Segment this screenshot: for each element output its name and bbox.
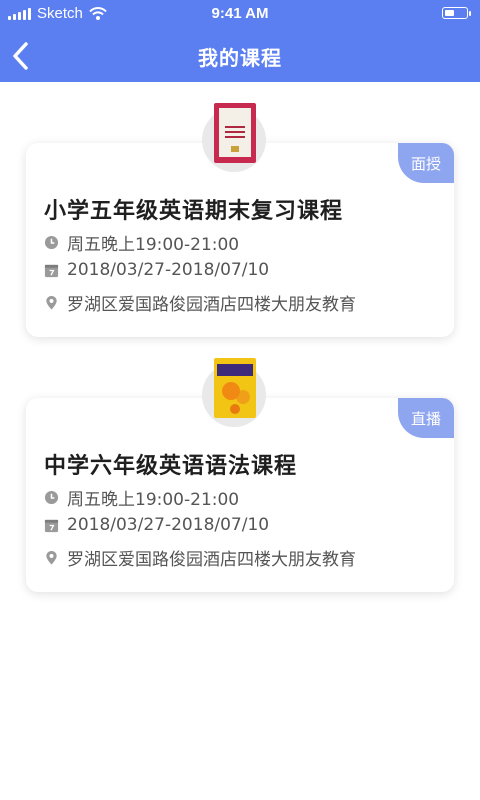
nav-bar: 我的课程: [0, 36, 480, 76]
course-location: 罗湖区爱国路俊园酒店四楼大朋友教育: [67, 550, 356, 570]
status-bar: Sketch 9:41 AM: [0, 0, 480, 28]
course-type-badge: 直播: [398, 398, 454, 438]
course-title: 中学六年级英语语法课程: [44, 454, 298, 479]
course-date-range: 2018/03/27-2018/07/10: [67, 260, 270, 280]
date-row: 2018/03/27-2018/07/10: [44, 260, 269, 280]
location-row: 罗湖区爱国路俊园酒店四楼大朋友教育: [44, 290, 356, 315]
location-pin-icon: [46, 550, 57, 565]
course-cover: [202, 103, 266, 172]
course-date-range: 2018/03/27-2018/07/10: [67, 515, 270, 535]
calendar-icon: [44, 519, 59, 532]
course-card[interactable]: 直播 中学六年级英语语法课程 周五晚上19:00-21:00 2018/03/2…: [26, 398, 454, 592]
header-bar: Sketch 9:41 AM 我的课程: [0, 0, 480, 82]
status-time: 9:41 AM: [211, 5, 269, 22]
date-row: 2018/03/27-2018/07/10: [44, 515, 269, 535]
book-cover-eclectic-readers-icon: [214, 103, 256, 163]
battery-level: [445, 10, 454, 16]
clock-icon: [44, 235, 59, 250]
course-card[interactable]: 面授 小学五年级英语期末复习课程 周五晚上19:00-21:00 2018/03…: [26, 143, 454, 337]
course-schedule: 周五晚上19:00-21:00: [67, 490, 240, 510]
location-row: 罗湖区爱国路俊园酒店四楼大朋友教育: [44, 545, 356, 570]
schedule-row: 周五晚上19:00-21:00: [44, 485, 239, 510]
course-title: 小学五年级英语期末复习课程: [44, 199, 344, 224]
battery-icon: [442, 7, 471, 19]
course-location: 罗湖区爱国路俊园酒店四楼大朋友教育: [67, 295, 356, 315]
course-type-badge: 面授: [398, 143, 454, 183]
calendar-icon: [44, 264, 59, 277]
page-title: 我的课程: [198, 46, 282, 70]
book-cover-new-concept-english-3-icon: [214, 358, 256, 418]
location-pin-icon: [46, 295, 57, 310]
course-schedule: 周五晚上19:00-21:00: [67, 235, 240, 255]
clock-icon: [44, 490, 59, 505]
schedule-row: 周五晚上19:00-21:00: [44, 230, 239, 255]
course-cover: [202, 358, 266, 427]
